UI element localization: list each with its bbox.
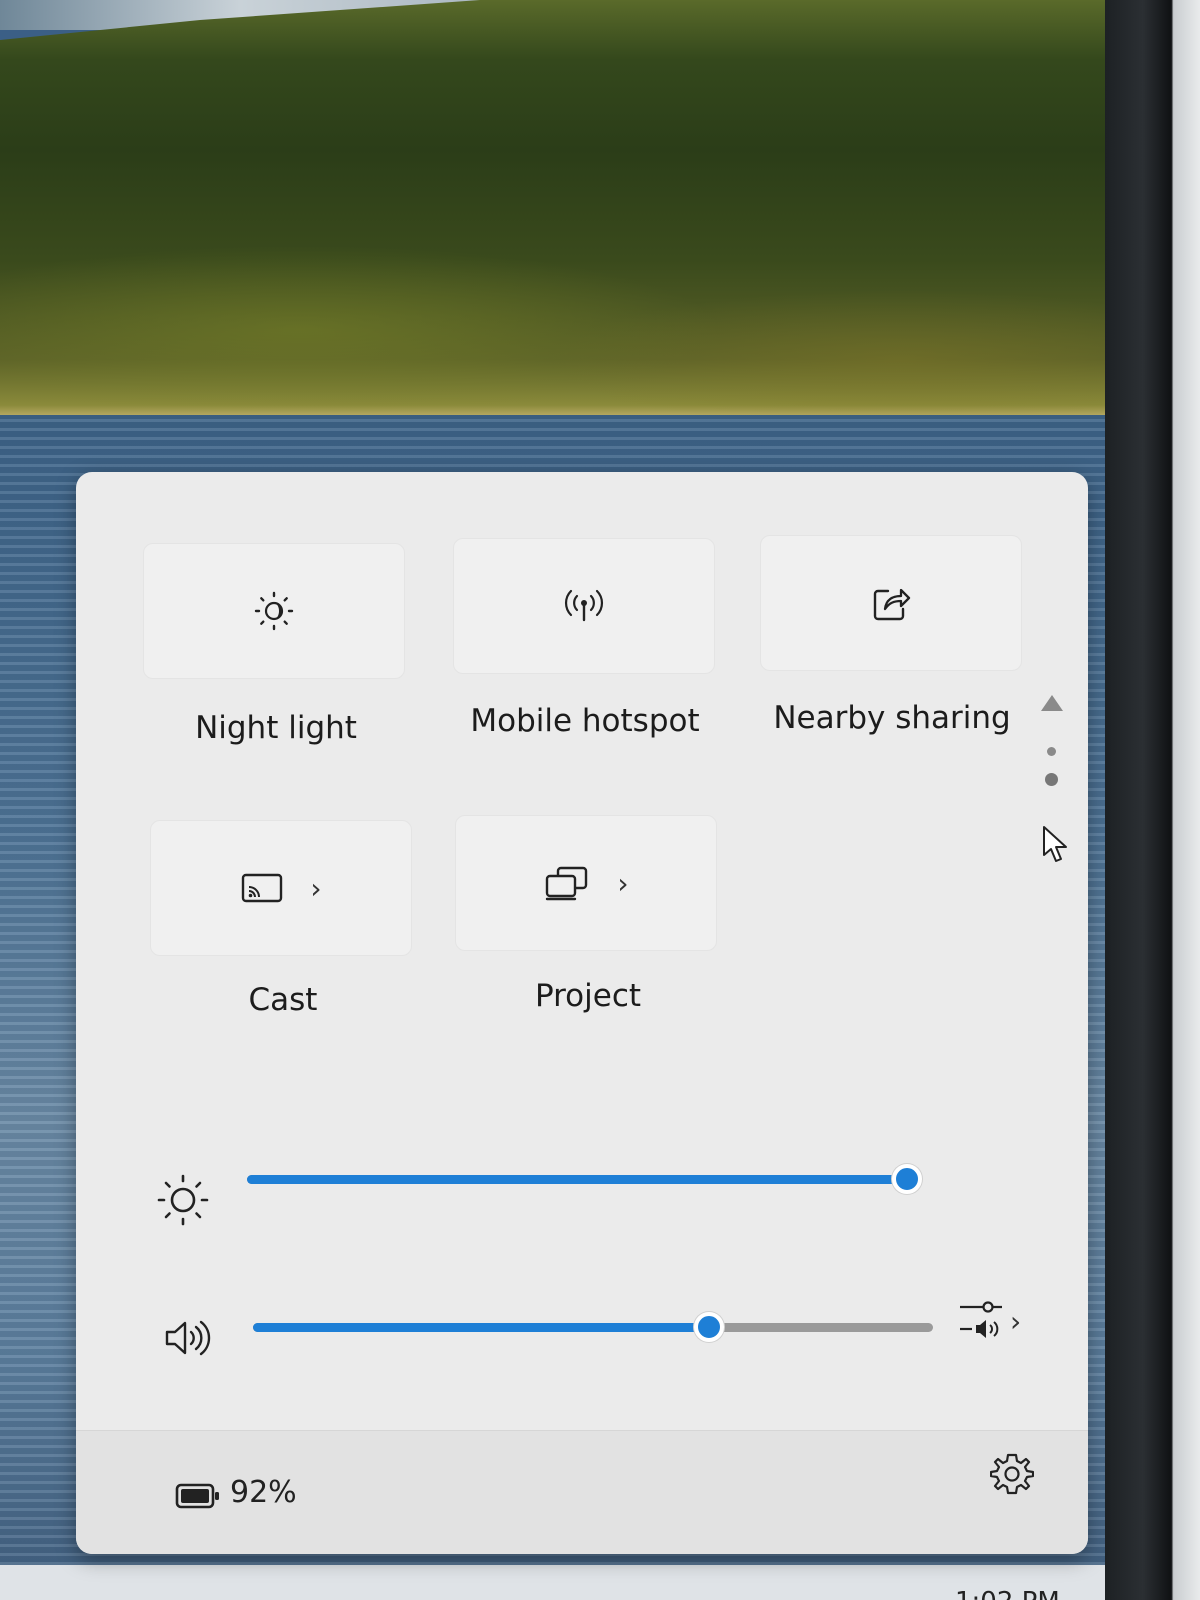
brightness-slider-fill — [247, 1175, 907, 1184]
monitor-bezel — [1105, 0, 1200, 1600]
sound-output-chevron-icon[interactable]: › — [1010, 1305, 1021, 1338]
battery-icon[interactable] — [175, 1482, 221, 1514]
tile-night-light[interactable] — [143, 543, 405, 679]
cast-chevron-icon[interactable]: › — [310, 872, 321, 905]
tile-page-indicator[interactable] — [1040, 695, 1064, 805]
battery-percentage[interactable]: 92% — [230, 1475, 297, 1510]
gear-icon[interactable] — [989, 1452, 1035, 1500]
taskbar-clock[interactable]: 1:02 PM — [955, 1587, 1060, 1600]
tile-nearby-sharing[interactable] — [760, 535, 1022, 671]
brightness-slider-thumb[interactable] — [892, 1164, 922, 1194]
brightness-icon — [155, 1172, 211, 1232]
wallpaper-hillside — [0, 0, 1200, 415]
page-dot-2[interactable] — [1045, 773, 1058, 786]
volume-slider-fill — [253, 1323, 709, 1332]
page-dot-1[interactable] — [1047, 747, 1056, 756]
nearby-sharing-icon — [868, 581, 914, 625]
project-icon — [543, 865, 591, 901]
volume-slider[interactable] — [253, 1312, 933, 1342]
speaker-icon[interactable] — [163, 1316, 213, 1364]
tile-label-cast: Cast — [248, 982, 318, 1018]
project-chevron-icon[interactable]: › — [617, 867, 628, 900]
sound-mixer-icon — [958, 1298, 1004, 1344]
tile-label-mobile-hotspot: Mobile hotspot — [470, 703, 700, 739]
brightness-slider[interactable] — [247, 1164, 922, 1194]
tile-label-night-light: Night light — [195, 710, 357, 746]
night-light-icon — [252, 589, 296, 633]
mobile-hotspot-icon — [560, 584, 608, 628]
tile-cast[interactable]: › — [150, 820, 412, 956]
quick-settings-footer — [76, 1430, 1088, 1554]
volume-slider-thumb[interactable] — [694, 1312, 724, 1342]
taskbar — [0, 1565, 1105, 1600]
tile-label-project: Project — [534, 978, 642, 1014]
tile-label-nearby-sharing: Nearby sharing — [773, 700, 1011, 736]
sound-output-button[interactable]: › — [958, 1298, 1021, 1344]
tile-project[interactable]: › — [455, 815, 717, 951]
mouse-cursor-icon — [1042, 825, 1070, 871]
tile-mobile-hotspot[interactable] — [453, 538, 715, 674]
page-up-icon[interactable] — [1041, 695, 1063, 711]
cast-icon — [240, 870, 284, 906]
